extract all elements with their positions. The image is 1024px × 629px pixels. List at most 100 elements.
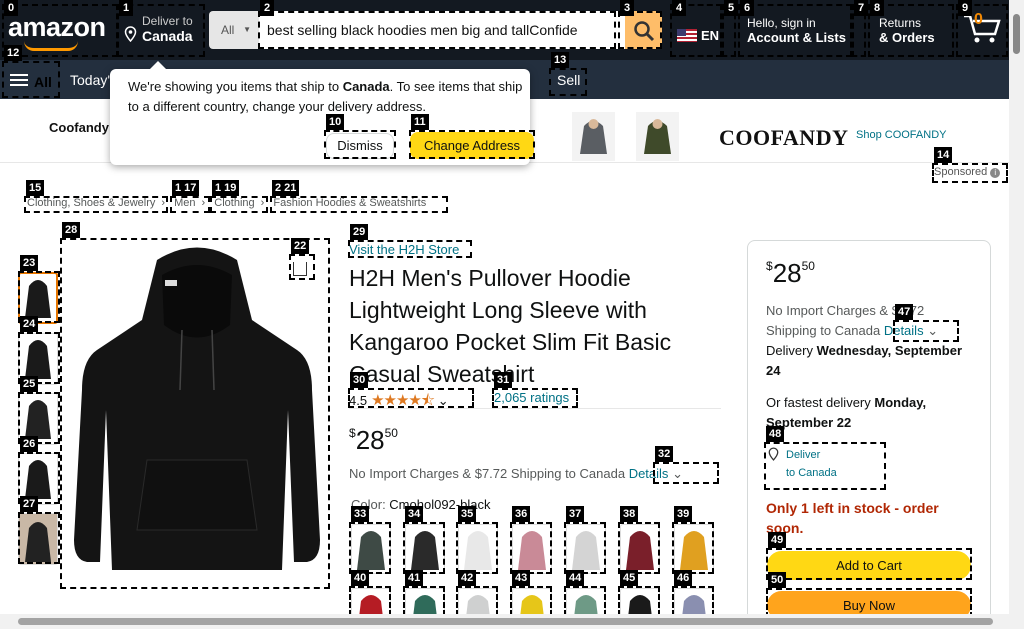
annotation-tag: 46: [674, 570, 693, 586]
deliver-to-location[interactable]: Deliver to Canada: [124, 14, 193, 44]
annotation-tag: 26: [20, 436, 39, 452]
annotation-tag: 5: [724, 0, 738, 16]
color-swatch[interactable]: [351, 524, 391, 574]
brand-product-thumb[interactable]: [572, 112, 615, 161]
shop-brand-link[interactable]: Shop COOFANDY: [856, 129, 946, 141]
vertical-scrollbar[interactable]: [1009, 0, 1024, 629]
share-icon[interactable]: [293, 262, 307, 276]
annotation-tag: 22: [291, 238, 310, 254]
divider: [349, 408, 721, 409]
stock-status: Only 1 left in stock - order soon.: [766, 500, 939, 536]
annotation-tag: 35: [458, 506, 477, 522]
breadcrumb-separator: ›: [161, 197, 166, 209]
color-swatch[interactable]: [566, 524, 606, 574]
breadcrumb-item[interactable]: Clothing, Shoes & Jewelry: [27, 197, 155, 209]
color-swatch[interactable]: [512, 524, 552, 574]
price-whole: 28: [772, 258, 802, 288]
us-flag-icon: [677, 29, 697, 42]
search-button[interactable]: [625, 11, 662, 49]
annotation-tag: 48: [766, 426, 785, 442]
annotation-tag: 32: [655, 446, 674, 462]
annotation-tag: 39: [674, 506, 693, 522]
popup-arrow: [150, 61, 166, 69]
annotation-tag: 36: [512, 506, 531, 522]
annotation-tag: 41: [405, 570, 424, 586]
details-dropdown[interactable]: Details: [629, 466, 669, 481]
rating-summary[interactable]: 4.5 ★★★★⯪ ⌄: [349, 390, 449, 415]
annotation-tag: 8: [870, 0, 884, 16]
popup-message: We're showing you items that ship to Can…: [128, 77, 528, 117]
annotation-tag: 3: [620, 0, 634, 16]
sponsored-label[interactable]: Sponsored i: [934, 166, 1001, 178]
page-root: amazon Deliver to Canada All ▼ best selli…: [0, 0, 1024, 629]
returns-orders[interactable]: Returns & Orders: [879, 16, 935, 45]
all-menu-button[interactable]: All: [10, 71, 52, 90]
gallery-thumbnail[interactable]: [18, 513, 58, 565]
search-category-label: All: [221, 23, 235, 37]
annotation-tag: 50: [768, 572, 787, 588]
brand-product-thumb[interactable]: [636, 112, 679, 161]
account-lists[interactable]: Hello, sign in Account & Lists: [747, 16, 846, 45]
annotation-tag: 13: [551, 52, 570, 68]
annotation-tag: 15: [26, 180, 45, 196]
buybox-deliver-to[interactable]: Deliver to Canada: [768, 446, 837, 482]
price-fraction: 50: [384, 426, 398, 440]
location-pin-icon: [768, 447, 779, 467]
language-selector[interactable]: EN: [677, 28, 719, 43]
product-price: $2850: [349, 425, 398, 456]
dismiss-button[interactable]: Dismiss: [326, 133, 394, 159]
account-lists-label: Account & Lists: [747, 30, 846, 45]
store-link[interactable]: Visit the H2H Store: [349, 242, 459, 257]
info-icon: i: [990, 168, 1001, 178]
scrollbar-thumb[interactable]: [18, 618, 993, 625]
returns-label: Returns: [879, 16, 922, 30]
logo-text: amazon: [8, 12, 106, 42]
main-product-image[interactable]: [62, 240, 330, 588]
change-address-button[interactable]: Change Address: [410, 132, 534, 159]
price-symbol: $: [349, 426, 356, 440]
color-swatch[interactable]: [405, 524, 445, 574]
annotation-tag: 4: [672, 0, 686, 16]
annotation-tag: 1: [119, 0, 133, 16]
horizontal-scrollbar[interactable]: [0, 614, 1009, 629]
annotation-tag: 47: [895, 304, 914, 320]
search-input[interactable]: best selling black hoodies men big and t…: [259, 11, 625, 49]
color-swatch[interactable]: [620, 524, 660, 574]
annotation-tag: 10: [326, 114, 345, 130]
search-category-dropdown[interactable]: All ▼: [209, 11, 259, 49]
annotation-tag: 33: [351, 506, 370, 522]
amazon-logo[interactable]: amazon: [8, 12, 106, 51]
language-label: EN: [701, 28, 720, 43]
buybox-import-text: No Import Charges & $7.72 Shipping to Ca…: [766, 301, 966, 341]
ship-to-popup: We're showing you items that ship to Can…: [110, 61, 534, 165]
add-to-cart-button[interactable]: Add to Cart: [767, 551, 971, 580]
import-text: No Import Charges & $7.72 Shipping to Ca…: [349, 466, 626, 481]
search-bar: All ▼ best selling black hoodies men big …: [209, 11, 662, 49]
annotation-tag: 25: [20, 376, 39, 392]
popup-message-text: We're showing you items that ship to: [128, 79, 343, 94]
breadcrumb-item[interactable]: Men: [174, 197, 195, 209]
breadcrumb: Clothing, Shoes & Jewelry › Men › Clothing…: [27, 197, 432, 209]
scrollbar-thumb[interactable]: [1013, 14, 1020, 54]
color-swatch[interactable]: [674, 524, 714, 574]
import-shipping-text: No Import Charges & $7.72 Shipping to Ca…: [349, 466, 683, 482]
price-symbol: $: [766, 259, 773, 273]
brand-logo: COOFANDY: [719, 125, 849, 150]
popup-country: Canada: [342, 79, 390, 94]
brand-name: Coofandy: [49, 120, 109, 135]
nav-sell[interactable]: Sell: [557, 72, 580, 88]
annotation-tag: 6: [740, 0, 754, 16]
search-icon: [634, 21, 655, 42]
buybox-details-dropdown[interactable]: Details: [884, 323, 924, 338]
annotation-tag: 7: [854, 0, 868, 16]
annotation-tag: 12: [4, 45, 23, 61]
ratings-count-link[interactable]: 2,065 ratings: [494, 390, 569, 405]
annotation-tag: 34: [405, 506, 424, 522]
delivery-estimate: Delivery Wednesday, September 24: [766, 341, 966, 381]
annotation-tag: 29: [350, 224, 369, 240]
annotation-tag: 23: [20, 255, 39, 271]
breadcrumb-item[interactable]: Fashion Hoodies & Sweatshirts: [273, 197, 426, 209]
breadcrumb-item[interactable]: Clothing: [214, 197, 254, 209]
deliver-to-line1: Deliver: [786, 449, 821, 461]
color-swatch[interactable]: [458, 524, 498, 574]
